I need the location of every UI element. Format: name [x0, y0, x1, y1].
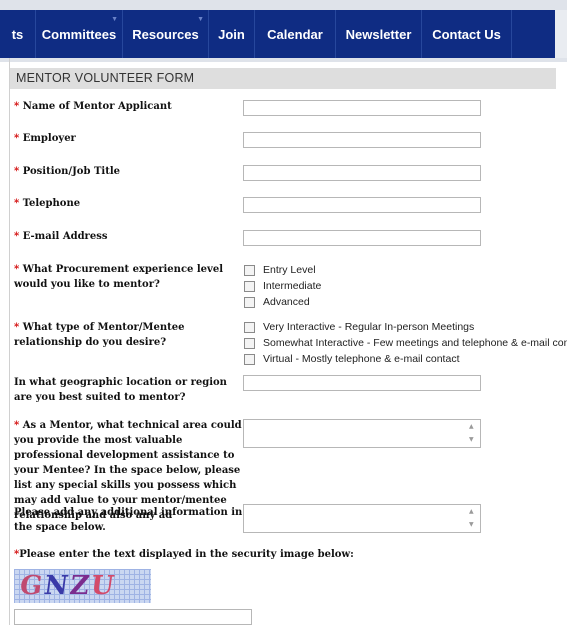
option-label: Virtual - Mostly telephone & e-mail cont…	[263, 353, 460, 365]
nav-item-committees[interactable]: Committees ▼	[36, 10, 123, 58]
field-label: What Procurement experience level would …	[14, 264, 224, 290]
nav-item-join[interactable]: Join	[209, 10, 255, 58]
relationship-option-somewhat-interactive[interactable]: Somewhat Interactive - Few meetings and …	[244, 337, 567, 349]
email-label: * E-mail Address	[14, 229, 244, 244]
checkbox[interactable]	[244, 353, 255, 365]
location-label: In what geographic location or region ar…	[14, 375, 244, 405]
position-input[interactable]	[243, 165, 481, 181]
relationship-option-virtual[interactable]: Virtual - Mostly telephone & e-mail cont…	[244, 353, 459, 365]
nav-item-ts[interactable]: ts	[0, 10, 36, 58]
experience-option-entry[interactable]: Entry Level	[244, 264, 316, 276]
field-label: Position/Job Title	[22, 166, 120, 177]
nav-label: Committees	[41, 26, 117, 42]
scroll-down-icon[interactable]: ▼	[469, 436, 474, 443]
nav-label: Contact Us	[432, 26, 501, 42]
captcha-glyph: U	[88, 571, 118, 601]
additional-textarea[interactable]: ▲ ▼	[243, 504, 481, 533]
required-marker: *	[14, 101, 20, 112]
security-label: *Please enter the text displayed in the …	[14, 547, 414, 562]
option-label: Intermediate	[263, 280, 322, 292]
field-label: Telephone	[22, 198, 81, 209]
experience-option-intermediate[interactable]: Intermediate	[244, 280, 321, 292]
additional-label: Please add any additional information in…	[14, 505, 244, 535]
scroll-up-icon[interactable]: ▲	[469, 508, 474, 515]
nav-item-contact-us[interactable]: Contact Us	[422, 10, 512, 58]
required-marker: *	[14, 231, 20, 242]
experience-label: * What Procurement experience level woul…	[14, 262, 244, 292]
mentor-form: MENTOR VOLUNTEER FORM * Name of Mentor A…	[0, 58, 567, 625]
captcha-input[interactable]	[14, 609, 252, 625]
checkbox[interactable]	[244, 321, 255, 333]
required-marker: *	[14, 198, 20, 209]
top-navigation: ts Committees ▼ Resources ▼ Join Calendar …	[0, 0, 567, 62]
nav-item-resources[interactable]: Resources ▼	[123, 10, 209, 58]
experience-option-advanced[interactable]: Advanced	[244, 296, 310, 308]
name-label: * Name of Mentor Applicant	[14, 99, 244, 114]
nav-bar: ts Committees ▼ Resources ▼ Join Calendar …	[0, 10, 555, 58]
nav-item-newsletter[interactable]: Newsletter	[336, 10, 422, 58]
checkbox[interactable]	[244, 337, 255, 349]
checkbox[interactable]	[244, 280, 255, 292]
scroll-down-icon[interactable]: ▼	[469, 521, 474, 528]
nav-edge	[555, 10, 567, 58]
relationship-label: * What type of Mentor/Mentee relationshi…	[14, 320, 244, 350]
form-title: MENTOR VOLUNTEER FORM	[10, 68, 556, 89]
nav-label: Calendar	[267, 26, 323, 42]
dropdown-arrow-icon: ▼	[197, 16, 204, 23]
position-label: * Position/Job Title	[14, 164, 244, 179]
employer-input[interactable]	[243, 132, 481, 148]
email-input[interactable]	[243, 230, 481, 246]
nav-label: Newsletter	[345, 26, 412, 42]
required-marker: *	[14, 166, 20, 177]
field-label: E-mail Address	[22, 231, 108, 242]
telephone-label: * Telephone	[14, 196, 244, 211]
field-label: Please enter the text displayed in the s…	[19, 549, 354, 560]
captcha-image: GNZU	[14, 569, 151, 603]
option-label: Entry Level	[263, 264, 316, 276]
scroll-up-icon[interactable]: ▲	[469, 423, 474, 430]
nav-label: ts	[11, 26, 24, 42]
field-label: What type of Mentor/Mentee relationship …	[14, 322, 185, 348]
field-label: In what geographic location or region ar…	[14, 377, 227, 403]
relationship-option-very-interactive[interactable]: Very Interactive - Regular In-person Mee…	[244, 321, 474, 333]
nav-label: Resources	[132, 26, 199, 42]
dropdown-arrow-icon: ▼	[111, 16, 118, 23]
scrollbar[interactable]: ▲ ▼	[466, 420, 480, 447]
nav-label: Join	[218, 26, 245, 42]
field-label: Name of Mentor Applicant	[22, 101, 172, 112]
required-marker: *	[14, 420, 20, 431]
location-input[interactable]	[243, 375, 481, 391]
option-label: Very Interactive - Regular In-person Mee…	[263, 321, 475, 333]
required-marker: *	[14, 133, 20, 144]
technical-textarea[interactable]: ▲ ▼	[243, 419, 481, 448]
required-marker: *	[14, 322, 20, 333]
nav-item-calendar[interactable]: Calendar	[255, 10, 336, 58]
required-marker: *	[14, 264, 20, 275]
field-label: Please add any additional information in…	[14, 507, 243, 533]
divider	[9, 58, 10, 625]
scrollbar[interactable]: ▲ ▼	[466, 505, 480, 532]
telephone-input[interactable]	[243, 197, 481, 213]
checkbox[interactable]	[244, 296, 255, 308]
captcha-text: GNZU	[18, 571, 118, 601]
employer-label: * Employer	[14, 131, 244, 146]
name-input[interactable]	[243, 100, 481, 116]
option-label: Somewhat Interactive - Few meetings and …	[263, 337, 567, 349]
checkbox[interactable]	[244, 264, 255, 276]
option-label: Advanced	[263, 296, 310, 308]
field-label: Employer	[22, 133, 76, 144]
